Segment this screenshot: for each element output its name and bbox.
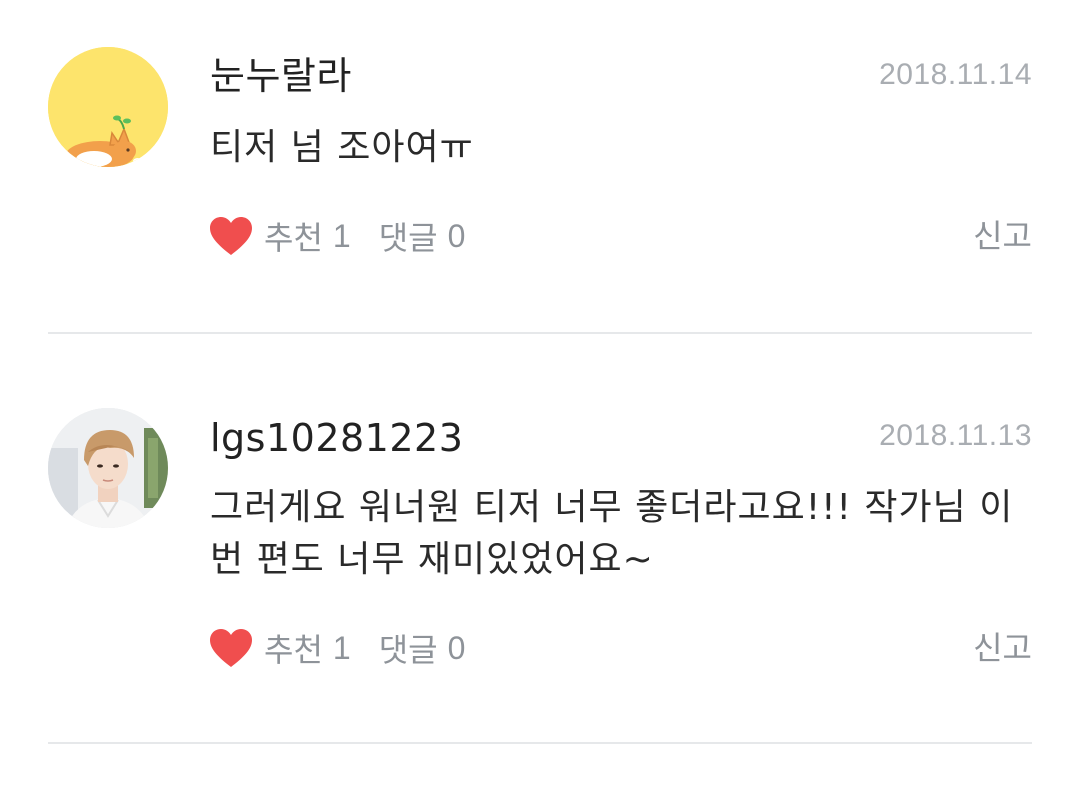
avatar[interactable] xyxy=(48,47,168,167)
divider xyxy=(48,742,1032,744)
corgi-icon xyxy=(48,47,168,167)
heart-icon[interactable] xyxy=(208,627,254,669)
reply-count: 0 xyxy=(447,629,466,666)
like-count: 1 xyxy=(332,629,351,666)
comment-item: 눈누랄라 2018.11.14 티저 넘 조아여ㅠ 추천 1 댓글 0 신고 xyxy=(0,0,1080,334)
comment-actions: 추천 1 댓글 0 xyxy=(208,624,493,672)
comment-author[interactable]: 눈누랄라 xyxy=(210,52,352,100)
comment-date: 2018.11.14 xyxy=(879,58,1032,91)
like-button[interactable]: 추천 xyxy=(264,213,323,259)
heart-icon[interactable] xyxy=(208,215,254,257)
reply-button[interactable]: 댓글 xyxy=(379,625,438,671)
comment-text: 티저 넘 조아여ㅠ xyxy=(210,127,474,168)
reply-count: 0 xyxy=(447,217,466,254)
like-button[interactable]: 추천 xyxy=(264,625,323,671)
comment-text: 그러게요 워너원 티저 너무 좋더라고요!!! 작가님 이번 편도 너무 재미있… xyxy=(210,487,1014,580)
avatar[interactable] xyxy=(48,408,168,528)
reply-button[interactable]: 댓글 xyxy=(379,213,438,259)
like-count: 1 xyxy=(332,217,351,254)
comment-date: 2018.11.13 xyxy=(879,419,1032,452)
comment-actions: 추천 1 댓글 0 xyxy=(208,212,493,260)
person-photo-icon xyxy=(48,408,168,528)
comment-item: lgs10281223 2018.11.13 그러게요 워너원 티저 너무 좋더… xyxy=(0,334,1080,744)
report-button[interactable]: 신고 xyxy=(973,624,1032,672)
report-button[interactable]: 신고 xyxy=(973,212,1032,260)
comment-author[interactable]: lgs10281223 xyxy=(210,414,463,462)
